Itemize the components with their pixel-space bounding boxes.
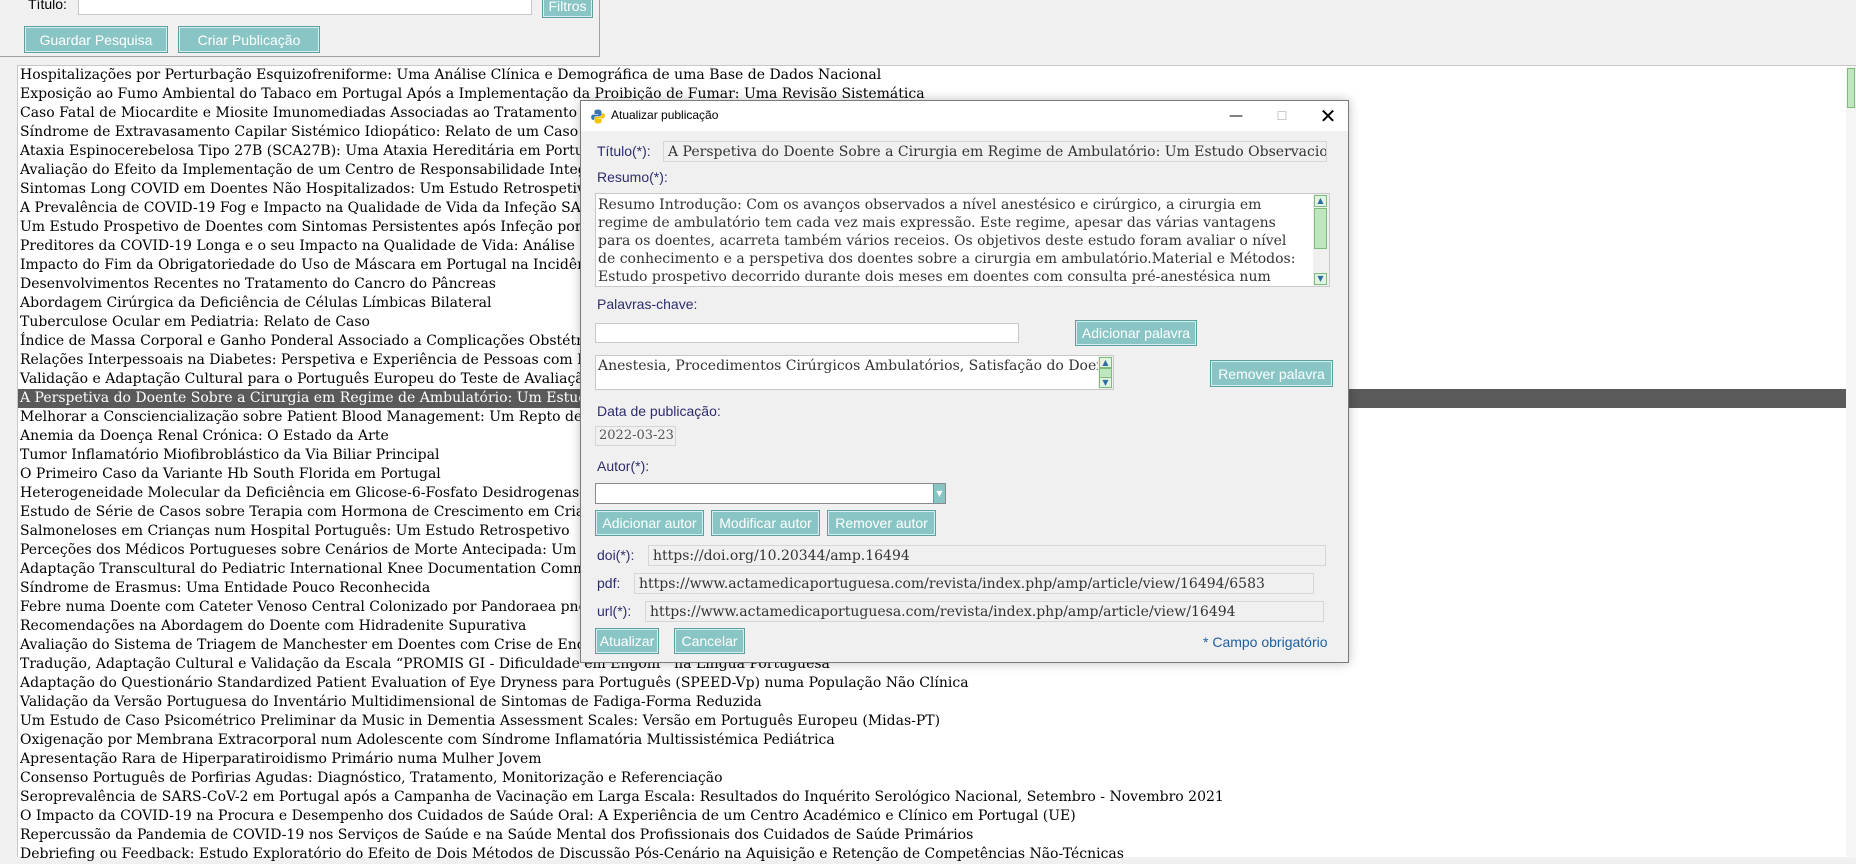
filters-button[interactable]: Filtros [542, 0, 593, 18]
url-label: url(*): [597, 603, 632, 619]
keyword-input[interactable] [595, 323, 1019, 343]
arrow-down-icon[interactable]: ▼ [1314, 273, 1327, 285]
arrow-up-icon[interactable]: ▲ [1314, 195, 1327, 207]
save-search-button[interactable]: Guardar Pesquisa [24, 26, 168, 53]
required-field-note: * Campo obrigatório [1203, 634, 1328, 650]
list-item[interactable]: Debriefing ou Feedback: Estudo Explorató… [18, 845, 1847, 864]
list-item[interactable]: Consenso Português de Porfirias Agudas: … [18, 769, 1847, 788]
update-publication-dialog: Atualizar publicação — ☐ ✕ Título(*): A … [580, 100, 1349, 663]
abstract-textarea[interactable]: Resumo Introdução: Com os avanços observ… [595, 193, 1330, 287]
list-item[interactable]: Repercussão da Pandemia de COVID-19 nos … [18, 826, 1847, 845]
pdf-field[interactable]: https://www.actamedicaportuguesa.com/rev… [634, 573, 1314, 594]
remove-keyword-button[interactable]: Remover palavra [1210, 360, 1333, 387]
list-item[interactable]: Seroprevalência de SARS-CoV-2 em Portuga… [18, 788, 1847, 807]
list-item[interactable]: Hospitalizações por Perturbação Esquizof… [18, 66, 1847, 85]
chevron-down-icon[interactable]: ▼ [933, 484, 945, 503]
list-item[interactable]: Um Estudo de Caso Psicométrico Prelimina… [18, 712, 1847, 731]
search-panel: Título: Filtros Guardar Pesquisa Criar P… [0, 0, 600, 57]
title-field[interactable]: A Perspetiva do Doente Sobre a Cirurgia … [663, 141, 1327, 162]
minimize-button[interactable]: — [1213, 101, 1259, 131]
abstract-scrollbar-thumb[interactable] [1314, 208, 1327, 249]
add-author-button[interactable]: Adicionar autor [595, 510, 704, 536]
abstract-label: Resumo(*): [597, 169, 668, 185]
author-select[interactable]: ▼ [595, 483, 946, 504]
url-field[interactable]: https://www.actamedicaportuguesa.com/rev… [645, 601, 1324, 622]
list-item[interactable]: Oxigenação por Membrana Extracorporal nu… [18, 731, 1847, 750]
title-label: Título(*): [597, 143, 651, 159]
keywords-label: Palavras-chave: [597, 296, 698, 312]
keywords-textarea[interactable]: Anestesia, Procedimentos Cirúrgicos Ambu… [595, 355, 1114, 390]
list-scrollbar[interactable] [1846, 66, 1856, 858]
title-filter-input[interactable] [78, 0, 532, 15]
publication-date-field[interactable]: 2022-03-23 [595, 426, 676, 446]
keywords-text: Anestesia, Procedimentos Cirúrgicos Ambu… [598, 358, 1114, 374]
list-item[interactable]: Apresentação Rara de Hiperparatiroidismo… [18, 750, 1847, 769]
modify-author-button[interactable]: Modificar autor [711, 510, 820, 536]
author-label: Autor(*): [597, 458, 650, 474]
add-keyword-button[interactable]: Adicionar palavra [1075, 320, 1197, 346]
pdf-label: pdf: [597, 575, 621, 591]
create-publication-button[interactable]: Criar Publicação [178, 26, 320, 53]
list-item[interactable]: Adaptação do Questionário Standardized P… [18, 674, 1847, 693]
close-button[interactable]: ✕ [1305, 101, 1351, 131]
arrow-up-icon[interactable]: ▲ [1099, 357, 1112, 368]
list-scrollbar-thumb[interactable] [1847, 68, 1855, 108]
dialog-title: Atualizar publicação [611, 108, 719, 122]
abstract-text: Resumo Introdução: Com os avanços observ… [598, 197, 1296, 285]
date-label: Data de publicação: [597, 403, 721, 419]
update-button[interactable]: Atualizar [595, 628, 659, 654]
python-logo-icon [591, 109, 605, 124]
cancel-button[interactable]: Cancelar [674, 628, 745, 654]
dialog-titlebar[interactable]: Atualizar publicação — ☐ ✕ [581, 101, 1348, 131]
list-item[interactable]: O Impacto da COVID-19 na Procura e Desem… [18, 807, 1847, 826]
title-filter-label: Título: [28, 0, 67, 12]
arrow-down-icon[interactable]: ▼ [1099, 377, 1112, 388]
doi-field[interactable]: https://doi.org/10.20344/amp.16494 [648, 545, 1326, 566]
keywords-scrollbar[interactable]: ▲ ▼ [1098, 356, 1113, 389]
list-item[interactable]: Validação da Versão Portuguesa do Invent… [18, 693, 1847, 712]
maximize-button[interactable]: ☐ [1259, 101, 1305, 131]
doi-label: doi(*): [597, 547, 635, 563]
abstract-scrollbar[interactable]: ▲ ▼ [1313, 194, 1329, 286]
remove-author-button[interactable]: Remover autor [827, 510, 936, 536]
